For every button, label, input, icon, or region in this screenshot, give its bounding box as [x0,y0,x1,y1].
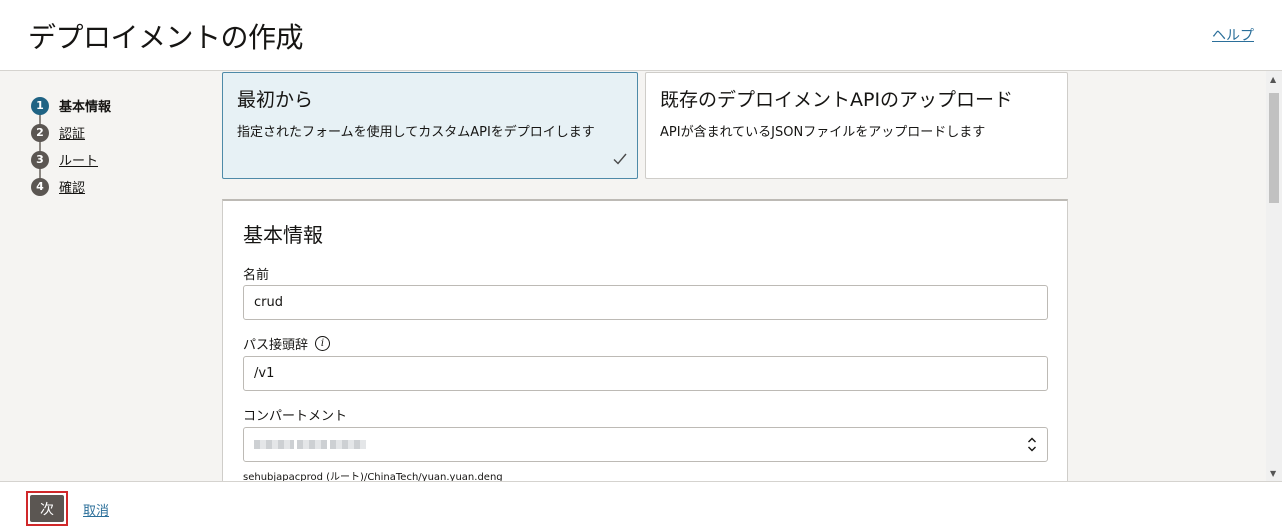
step-number: 1 [31,96,49,115]
scroll-up-icon[interactable]: ▲ [1270,75,1276,84]
step-number: 3 [31,150,49,169]
option-upload-existing[interactable]: 既存のデプロイメントAPIのアップロード APIが含まれているJSONファイルを… [645,72,1068,179]
panel-title: 基本情報 [243,223,323,247]
page-header: デプロイメントの作成 ヘルプ [0,0,1282,71]
step-label: ルート [59,154,99,169]
step-label: 基本情報 [59,100,112,115]
prefix-label-row: パス接頭辞 i [243,334,331,353]
check-icon [613,153,627,165]
wizard-steps: 1 基本情報 2 認証 3 ルート 4 確認 [31,92,111,200]
redacted-text [297,440,327,449]
step-basic-info[interactable]: 1 基本情報 [31,92,111,119]
option-description: 指定されたフォームを使用してカスタムAPIをデプロイします [237,125,595,140]
redacted-text [254,440,294,449]
option-title: 既存のデプロイメントAPIのアップロード [660,89,1014,111]
option-from-scratch[interactable]: 最初から 指定されたフォームを使用してカスタムAPIをデプロイします [222,72,638,179]
next-button-highlight: 次 [26,491,68,526]
footer-bar: 次 取消 [0,481,1282,532]
step-review[interactable]: 4 確認 [31,173,111,200]
step-number: 4 [31,177,49,196]
select-arrows-icon [1028,437,1036,452]
option-title: 最初から [237,89,314,111]
compartment-select[interactable] [243,427,1048,462]
option-description: APIが含まれているJSONファイルをアップロードします [660,125,986,140]
step-number: 2 [31,123,49,142]
scroll-down-icon[interactable]: ▼ [1270,469,1276,478]
cancel-link[interactable]: 取消 [83,500,109,519]
prefix-label: パス接頭辞 [243,338,309,353]
help-link[interactable]: ヘルプ [1212,25,1254,45]
step-label: 確認 [59,181,86,196]
name-input[interactable]: crud [243,285,1048,320]
step-routes[interactable]: 3 ルート [31,146,111,173]
name-label: 名前 [243,268,270,283]
compartment-label: コンパートメント [243,409,348,424]
next-button[interactable]: 次 [30,495,64,522]
step-auth[interactable]: 2 認証 [31,119,111,146]
page-title: デプロイメントの作成 [28,21,304,54]
basic-info-panel: 基本情報 名前 crud パス接頭辞 i /v1 コンパートメント sehubj… [222,199,1068,489]
scrollbar-thumb[interactable] [1269,93,1279,203]
step-label: 認証 [59,127,86,142]
info-icon[interactable]: i [315,336,331,351]
vertical-scrollbar[interactable]: ▲ ▼ [1266,71,1282,481]
redacted-text [330,440,366,449]
path-prefix-input[interactable]: /v1 [243,356,1048,391]
